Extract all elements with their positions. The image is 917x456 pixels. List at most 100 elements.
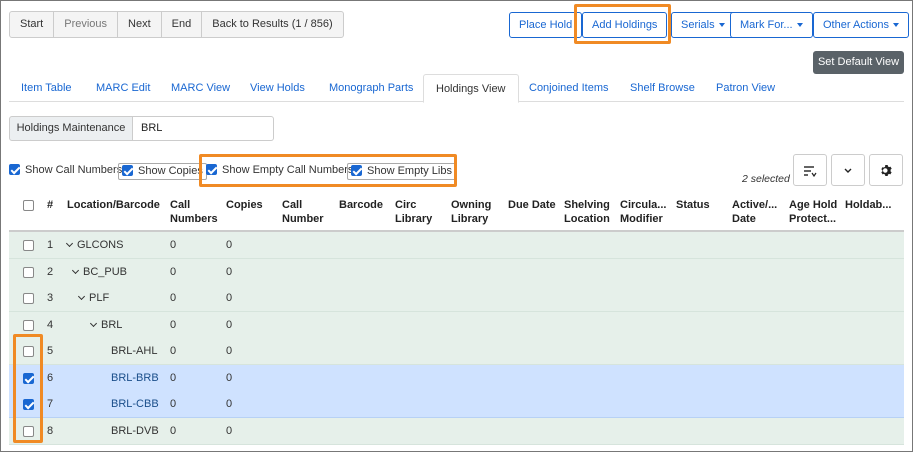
- serials-menu-button[interactable]: Serials: [671, 12, 735, 38]
- row-location-label: BRL-DVB: [111, 424, 159, 437]
- col-age-hold-line1: Age Hold: [789, 199, 838, 211]
- catalog-record-window: Start Previous Next End Back to Results …: [0, 0, 913, 452]
- place-hold-button[interactable]: Place Hold: [509, 12, 583, 38]
- show-copies-label: Show Copies: [138, 165, 203, 177]
- row-copies: 0: [226, 292, 233, 304]
- tab-marc-edit[interactable]: MARC Edit: [96, 74, 150, 102]
- tab-monograph-parts[interactable]: Monograph Parts: [329, 74, 413, 102]
- col-shelving-line1: Shelving: [564, 199, 610, 211]
- show-copies-option[interactable]: Show Copies: [118, 163, 207, 180]
- show-call-numbers-checkbox[interactable]: [9, 163, 20, 175]
- row-copies: 0: [226, 318, 233, 331]
- holdings-org-selector[interactable]: BRL: [133, 116, 274, 141]
- start-button[interactable]: Start: [10, 12, 55, 37]
- col-active-date[interactable]: Active/... Date: [732, 198, 777, 226]
- col-circ-modifier-line2: Modifier: [620, 213, 663, 225]
- row-checkbox[interactable]: [23, 266, 34, 278]
- col-status[interactable]: Status: [676, 198, 710, 212]
- col-due-date[interactable]: Due Date: [508, 198, 556, 212]
- col-owning-library-line2: Library: [451, 213, 489, 225]
- tab-shelf-browse[interactable]: Shelf Browse: [630, 74, 695, 102]
- show-call-numbers-label: Show Call Numbers: [25, 164, 123, 176]
- col-circ-modifier[interactable]: Circula... Modifier: [620, 198, 666, 226]
- table-row[interactable]: 4 BRL 0 0: [9, 311, 904, 339]
- tab-marc-view[interactable]: MARC View: [171, 74, 230, 102]
- tab-item-table[interactable]: Item Table: [21, 74, 72, 102]
- col-shelving-location[interactable]: Shelving Location: [564, 198, 610, 226]
- chevron-down-icon[interactable]: [77, 292, 86, 301]
- row-checkbox[interactable]: [23, 293, 34, 304]
- row-copies: 0: [226, 371, 233, 384]
- sort-button[interactable]: [793, 154, 827, 186]
- row-number: 8: [47, 424, 54, 437]
- row-number: 2: [47, 265, 54, 278]
- chevron-down-icon[interactable]: [89, 319, 98, 327]
- col-age-hold-line2: Protect...: [789, 213, 837, 225]
- table-row[interactable]: 3 PLF 0 0: [9, 285, 904, 312]
- selected-count: 2 selected: [742, 173, 790, 185]
- set-default-view-button[interactable]: Set Default View: [813, 51, 904, 74]
- tab-view-holds[interactable]: View Holds: [250, 74, 305, 102]
- row-location-label: BRL-CBB: [111, 398, 159, 410]
- select-all-checkbox[interactable]: [23, 200, 34, 211]
- col-call-numbers[interactable]: Call Numbers: [170, 198, 218, 226]
- row-number: 4: [47, 318, 54, 331]
- row-location[interactable]: GLCONS: [65, 232, 124, 258]
- col-owning-library[interactable]: Owning Library: [451, 198, 491, 226]
- col-age-hold-protect[interactable]: Age Hold Protect...: [789, 198, 837, 226]
- col-copies[interactable]: Copies: [226, 198, 263, 212]
- col-barcode[interactable]: Barcode: [339, 198, 383, 212]
- previous-button[interactable]: Previous: [54, 12, 119, 37]
- row-location: BRL-CBB: [111, 391, 159, 417]
- row-location[interactable]: BC_PUB: [71, 259, 127, 285]
- row-location-label: PLF: [89, 292, 110, 304]
- add-holdings-highlight: [574, 4, 671, 44]
- row-location: BRL-BRB: [111, 365, 159, 391]
- mark-for-label: Mark For...: [740, 19, 793, 31]
- row-checkbox-highlight: [13, 334, 43, 443]
- row-location[interactable]: PLF: [77, 285, 110, 311]
- other-actions-menu-button[interactable]: Other Actions: [813, 12, 910, 38]
- next-button[interactable]: Next: [118, 12, 162, 37]
- table-row[interactable]: 8 BRL-DVB 0 0: [9, 417, 904, 445]
- row-call-numbers: 0: [170, 292, 177, 304]
- tab-conjoined-items[interactable]: Conjoined Items: [529, 74, 609, 102]
- tab-holdings-view[interactable]: Holdings View: [423, 74, 519, 103]
- table-row[interactable]: 6 BRL-BRB 0 0: [9, 364, 904, 392]
- table-row[interactable]: 1 GLCONS 0 0: [9, 232, 904, 259]
- other-actions-label: Other Actions: [823, 19, 890, 31]
- tab-patron-view[interactable]: Patron View: [716, 74, 775, 102]
- col-owning-library-line1: Owning: [451, 199, 492, 211]
- holdings-maintenance-label: Holdings Maintenance: [9, 116, 133, 141]
- col-holdable[interactable]: Holdab...: [845, 198, 891, 212]
- table-row[interactable]: 7 BRL-CBB 0 0: [9, 391, 904, 418]
- col-num[interactable]: #: [47, 198, 53, 212]
- column-menu-button[interactable]: [831, 154, 865, 186]
- chevron-down-icon[interactable]: [65, 239, 74, 248]
- row-location-label: GLCONS: [77, 239, 124, 251]
- table-row[interactable]: 5 BRL-AHL 0 0: [9, 338, 904, 365]
- record-tabs: Item Table MARC Edit MARC View View Hold…: [9, 74, 904, 103]
- col-location-barcode[interactable]: Location/Barcode: [67, 198, 160, 212]
- show-copies-checkbox[interactable]: [122, 164, 133, 176]
- mark-for-menu-button[interactable]: Mark For...: [730, 12, 813, 38]
- grid-settings-button[interactable]: [869, 154, 903, 186]
- col-call-number[interactable]: Call Number: [282, 198, 324, 226]
- col-circ-library[interactable]: Circ Library: [395, 198, 432, 226]
- row-checkbox[interactable]: [23, 319, 34, 331]
- row-copies: 0: [226, 398, 233, 410]
- show-call-numbers-option[interactable]: Show Call Numbers: [9, 163, 122, 180]
- row-number: 7: [47, 398, 54, 410]
- row-checkbox[interactable]: [23, 240, 34, 251]
- row-number: 5: [47, 345, 54, 357]
- back-to-results-button[interactable]: Back to Results (1 / 856): [202, 12, 342, 37]
- row-location[interactable]: BRL: [89, 312, 122, 338]
- holdings-grid-header: # Location/Barcode Call Numbers Copies Ca…: [9, 192, 904, 232]
- chevron-down-icon[interactable]: [71, 266, 80, 274]
- end-button[interactable]: End: [162, 12, 203, 37]
- table-row[interactable]: 2 BC_PUB 0 0: [9, 258, 904, 286]
- row-call-numbers: 0: [170, 371, 177, 384]
- row-number: 6: [47, 371, 54, 384]
- col-circ-library-line2: Library: [395, 213, 433, 225]
- col-call-number-line1: Call: [282, 199, 303, 211]
